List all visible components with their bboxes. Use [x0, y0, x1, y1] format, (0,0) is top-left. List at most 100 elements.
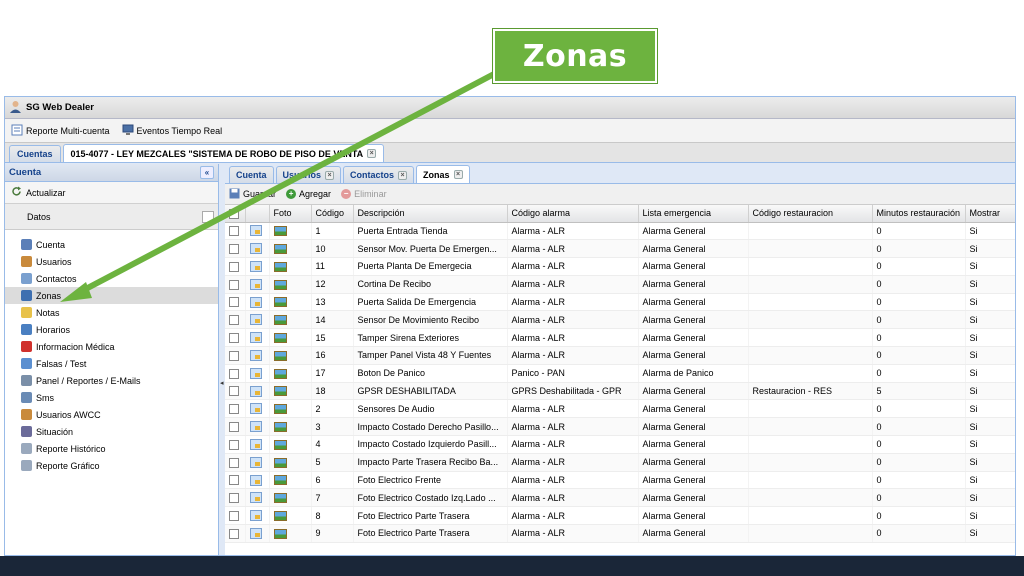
row-checkbox[interactable] — [229, 528, 239, 539]
row-edit-cell[interactable] — [245, 506, 270, 526]
row-select-cell[interactable] — [225, 222, 246, 241]
refresh-button[interactable]: Actualizar — [5, 182, 218, 204]
sidebar-item-notas[interactable]: Notas — [5, 304, 218, 321]
row-photo-cell[interactable] — [269, 524, 312, 543]
row-photo-cell[interactable] — [269, 346, 312, 365]
row-checkbox[interactable] — [229, 279, 239, 290]
add-button[interactable]: + Agregar — [286, 189, 331, 199]
sidebar-item-cuenta[interactable]: Cuenta — [5, 236, 218, 253]
close-icon[interactable]: × — [367, 149, 377, 158]
subtab-zonas[interactable]: Zonas × — [416, 165, 470, 183]
edit-icon[interactable] — [249, 367, 262, 379]
row-edit-cell[interactable] — [245, 275, 270, 294]
photo-icon[interactable] — [273, 493, 287, 504]
row-photo-cell[interactable] — [269, 399, 312, 419]
col-header-descripcion[interactable]: Descripción — [353, 205, 508, 223]
select-all-header[interactable] — [225, 205, 246, 223]
edit-icon[interactable] — [249, 510, 262, 522]
row-edit-cell[interactable] — [245, 222, 270, 241]
sidebar-item-usuarios-awcc[interactable]: Usuarios AWCC — [5, 406, 218, 423]
sidebar-item-horarios[interactable]: Horarios — [5, 321, 218, 338]
edit-icon[interactable] — [249, 314, 262, 326]
photo-icon[interactable] — [273, 350, 287, 361]
row-photo-cell[interactable] — [269, 364, 312, 383]
edit-icon[interactable] — [249, 474, 262, 486]
photo-icon[interactable] — [273, 332, 287, 343]
table-row[interactable]: 14 Sensor De Movimiento Recibo Alarma - AL… — [225, 310, 1015, 330]
row-edit-cell[interactable] — [245, 293, 270, 312]
row-checkbox[interactable] — [229, 350, 239, 361]
row-photo-cell[interactable] — [269, 417, 312, 437]
row-select-cell[interactable] — [225, 310, 246, 330]
sidebar-item-situación[interactable]: Situación — [5, 423, 218, 440]
sidebar-item-usuarios[interactable]: Usuarios — [5, 253, 218, 270]
row-select-cell[interactable] — [225, 328, 246, 348]
sidebar-item-informacion-médica[interactable]: Informacion Médica — [5, 338, 218, 355]
row-edit-cell[interactable] — [245, 364, 270, 383]
col-header-lista-emergencia[interactable]: Lista emergencia — [638, 205, 749, 223]
close-icon[interactable]: × — [325, 170, 335, 180]
sidebar-item-reporte-gráfico[interactable]: Reporte Gráfico — [5, 457, 218, 474]
table-row[interactable]: 8 Foto Electrico Parte Trasera Alarma - AL… — [225, 506, 1015, 526]
subtab-contactos[interactable]: Contactos × — [343, 166, 415, 183]
edit-icon[interactable] — [249, 439, 262, 451]
close-icon[interactable]: × — [398, 170, 408, 180]
subtab-cuenta[interactable]: Cuenta — [229, 166, 274, 183]
row-select-cell[interactable] — [225, 257, 246, 276]
row-checkbox[interactable] — [229, 439, 239, 450]
row-edit-cell[interactable] — [245, 435, 270, 454]
row-checkbox[interactable] — [229, 457, 239, 468]
tab-account-detail[interactable]: 015-4077 - LEY MEZCALES "SISTEMA DE ROBO… — [62, 144, 385, 162]
table-row[interactable]: 12 Cortina De Recibo Alarma - ALR Alarma Ge… — [225, 275, 1015, 294]
row-checkbox[interactable] — [229, 244, 239, 254]
sidebar-item-sms[interactable]: Sms — [5, 389, 218, 406]
row-edit-cell[interactable] — [245, 310, 270, 330]
table-row[interactable]: 16 Tamper Panel Vista 48 Y Fuentes Alarma … — [225, 346, 1015, 365]
row-edit-cell[interactable] — [245, 382, 270, 401]
row-photo-cell[interactable] — [269, 506, 312, 526]
table-row[interactable]: 6 Foto Electrico Frente Alarma - ALR Alarma… — [225, 471, 1015, 490]
row-select-cell[interactable] — [225, 399, 246, 419]
tab-cuentas[interactable]: Cuentas — [9, 145, 61, 162]
row-edit-cell[interactable] — [245, 524, 270, 543]
photo-icon[interactable] — [273, 315, 287, 326]
row-edit-cell[interactable] — [245, 328, 270, 348]
col-header-codigo-alarma[interactable]: Código alarma — [507, 205, 639, 223]
row-select-cell[interactable] — [225, 346, 246, 365]
row-photo-cell[interactable] — [269, 275, 312, 294]
row-photo-cell[interactable] — [269, 435, 312, 454]
report-multi-account-button[interactable]: Reporte Multi-cuenta — [11, 124, 110, 138]
col-header-codigo[interactable]: Código — [311, 205, 354, 223]
delete-button[interactable]: − Eliminar — [341, 189, 387, 199]
col-header-mostrar[interactable]: Mostrar — [965, 205, 1015, 223]
edit-icon[interactable] — [249, 243, 262, 255]
sidebar-item-panel-reportes-e-mails[interactable]: Panel / Reportes / E-Mails — [5, 372, 218, 389]
table-row[interactable]: 18 GPSR DESHABILITADA GPRS Deshabilitada -… — [225, 382, 1015, 401]
row-photo-cell[interactable] — [269, 310, 312, 330]
edit-icon[interactable] — [249, 456, 262, 468]
row-edit-cell[interactable] — [245, 488, 270, 508]
edit-icon[interactable] — [249, 350, 262, 362]
row-edit-cell[interactable] — [245, 417, 270, 437]
table-row[interactable]: 3 Impacto Costado Derecho Pasillo... Alarm… — [225, 417, 1015, 437]
row-photo-cell[interactable] — [269, 453, 312, 472]
row-select-cell[interactable] — [225, 382, 246, 401]
edit-icon[interactable] — [249, 278, 262, 290]
row-photo-cell[interactable] — [269, 239, 312, 259]
row-select-cell[interactable] — [225, 488, 246, 508]
row-select-cell[interactable] — [225, 293, 246, 312]
col-header-minutos-restauracion[interactable]: Minutos restauración — [872, 205, 966, 223]
photo-icon[interactable] — [273, 386, 287, 397]
photo-icon[interactable] — [273, 421, 287, 432]
col-header-foto[interactable]: Foto — [269, 205, 312, 223]
photo-icon[interactable] — [273, 226, 287, 237]
table-row[interactable]: 13 Puerta Salida De Emergencia Alarma - AL… — [225, 293, 1015, 312]
collapse-button[interactable]: « — [200, 166, 214, 179]
table-row[interactable]: 15 Tamper Sirena Exteriores Alarma - ALR Al… — [225, 328, 1015, 348]
table-row[interactable]: 5 Impacto Parte Trasera Recibo Ba... Alarm… — [225, 453, 1015, 472]
row-checkbox[interactable] — [229, 332, 239, 343]
row-photo-cell[interactable] — [269, 471, 312, 490]
table-row[interactable]: 11 Puerta Planta De Emergecia Alarma - ALR… — [225, 257, 1015, 276]
section-toggle[interactable] — [202, 210, 214, 223]
edit-icon[interactable] — [249, 528, 262, 539]
